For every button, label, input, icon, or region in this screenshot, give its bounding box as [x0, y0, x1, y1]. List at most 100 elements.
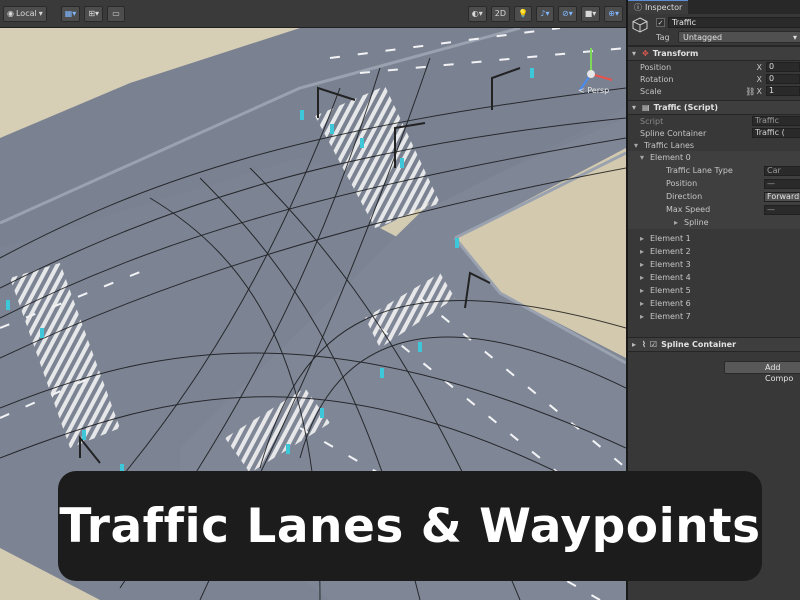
expand-arrow-icon: ▸	[640, 299, 645, 308]
spline-container-title: Spline Container	[661, 340, 737, 349]
rotation-row: Rotation X 0	[628, 73, 800, 85]
script-file-icon: ▤	[642, 103, 650, 112]
traffic-lanes-row[interactable]: ▾ Traffic Lanes	[628, 139, 800, 151]
rotation-x-label: X	[756, 74, 762, 84]
scene-toolbar: ◉ Local ▾ ▦▾ ⊞▾ ▭ ◐▾ 2D 💡 ♪▾ ⊘▾ ■▾ ⊕▾	[0, 0, 626, 28]
spline-container-header[interactable]: ▸ ⌇ ☑ Spline Container	[628, 337, 800, 352]
add-component-button[interactable]: Add Compo	[724, 361, 800, 383]
snap-increment-button[interactable]: ⊞▾	[84, 5, 104, 22]
pivot-label: Local	[15, 9, 37, 18]
scale-x-field[interactable]: 1	[765, 86, 800, 96]
transform-header[interactable]: ▾ ✥ Transform	[628, 46, 800, 61]
rotation-label: Rotation	[640, 74, 674, 84]
gameobject-header: ✓ Traffic Tag Untagged ▾	[628, 14, 800, 46]
list-item-element-0[interactable]: ▾ Element 0	[628, 151, 800, 164]
scale-row: Scale ⛓ X 1	[628, 85, 800, 97]
audio-toggle[interactable]: ♪▾	[535, 5, 554, 22]
spline-container-label: Spline Container	[640, 128, 707, 138]
spline-row[interactable]: ▸ Spline	[628, 216, 800, 229]
collapse-arrow-icon: ▾	[632, 103, 637, 112]
list-item-element-2[interactable]: ▸ Element 2	[628, 245, 800, 258]
view-2d-label: 2D	[494, 9, 506, 18]
position-x-field[interactable]: 0	[765, 62, 800, 72]
visibility-toggle[interactable]: ⊘▾	[557, 5, 577, 22]
lane-type-field[interactable]: Car	[764, 165, 800, 176]
expand-arrow-icon: ▸	[640, 247, 645, 256]
element-0-label: Element 0	[650, 153, 691, 162]
shading-icon: ◐▾	[471, 9, 483, 18]
list-item-element-6[interactable]: ▸ Element 6	[628, 297, 800, 310]
gameobject-cube-icon	[632, 17, 648, 33]
expand-arrow-icon: ▸	[640, 273, 645, 282]
list-item-element-7[interactable]: ▸ Element 7	[628, 310, 800, 323]
grid-snap-button[interactable]: ▦▾	[60, 5, 81, 22]
expand-arrow-icon: ▸	[640, 312, 645, 321]
gizmos-button[interactable]: ⊕▾	[604, 5, 623, 22]
info-icon: ⓘ	[634, 3, 642, 12]
camera-settings-button[interactable]: ■▾	[580, 5, 601, 22]
script-row: Script Traffic	[628, 115, 800, 127]
inspector-tab-bar: ⓘ Inspector	[628, 0, 800, 14]
element-label: Element 2	[650, 247, 691, 256]
scale-x-label: X	[756, 86, 762, 96]
hidden-eye-icon: ⊘▾	[561, 9, 573, 18]
scale-label: Scale	[640, 86, 662, 96]
element-label: Element 5	[650, 286, 691, 295]
element-label: Element 1	[650, 234, 691, 243]
traffic-script-title: Traffic (Script)	[653, 103, 718, 112]
draw-mode-dropdown[interactable]: ◐▾	[467, 5, 487, 22]
lane-position-field[interactable]: —	[764, 178, 800, 189]
spline-container-row: Spline Container Traffic (	[628, 127, 800, 139]
tag-dropdown[interactable]: Untagged ▾	[678, 31, 800, 43]
banner-title: Traffic Lanes & Waypoints	[59, 498, 761, 554]
spline-container-field[interactable]: Traffic (	[752, 128, 800, 138]
projection-label[interactable]: < Persp	[578, 86, 609, 95]
chevron-down-icon: ▾	[792, 33, 797, 42]
spline-container-checkbox[interactable]: ☑	[650, 340, 657, 349]
ruler-button[interactable]: ▭	[107, 5, 126, 22]
transform-axes-icon: ✥	[642, 49, 649, 58]
elements-list: ▸ Element 1 ▸ Element 2 ▸ Element 3 ▸ Elemen…	[628, 232, 800, 323]
chevron-down-icon: ▾	[38, 9, 43, 18]
max-speed-field[interactable]: —	[764, 204, 800, 215]
element-label: Element 7	[650, 312, 691, 321]
collapse-arrow-icon: ▸	[632, 340, 637, 349]
transform-title: Transform	[652, 49, 699, 58]
active-checkbox[interactable]: ✓	[656, 18, 665, 27]
list-item-element-3[interactable]: ▸ Element 3	[628, 258, 800, 271]
traffic-lanes-list: ▾ Element 0 Traffic Lane Type Car Positi…	[628, 151, 800, 229]
tag-value: Untagged	[683, 33, 723, 42]
position-label: Position	[640, 62, 672, 72]
expand-arrow-icon: ▸	[674, 218, 679, 227]
list-item-element-1[interactable]: ▸ Element 1	[628, 232, 800, 245]
expand-arrow-icon: ▸	[640, 234, 645, 243]
tab-inspector[interactable]: ⓘ Inspector	[628, 0, 689, 14]
ruler-icon: ▭	[112, 9, 120, 18]
list-item-element-5[interactable]: ▸ Element 5	[628, 284, 800, 297]
gizmos-icon: ⊕▾	[608, 9, 619, 18]
spline-label: Spline	[684, 218, 709, 227]
position-x-label: X	[756, 62, 762, 72]
toggle-2d-button[interactable]: 2D	[490, 5, 510, 22]
lane-type-row: Traffic Lane Type Car	[628, 164, 800, 177]
expand-arrow-icon: ▾	[640, 153, 645, 162]
traffic-script-header[interactable]: ▾ ▤ Traffic (Script)	[628, 100, 800, 115]
max-speed-row: Max Speed —	[628, 203, 800, 216]
rotation-x-field[interactable]: 0	[765, 74, 800, 84]
list-item-element-4[interactable]: ▸ Element 4	[628, 271, 800, 284]
script-field: Traffic	[752, 116, 800, 126]
gameobject-name-field[interactable]: Traffic	[668, 17, 800, 28]
max-speed-label: Max Speed	[666, 205, 711, 214]
grid-icon: ▦▾	[64, 9, 77, 18]
snap-icon: ⊞▾	[88, 9, 100, 18]
lighting-toggle[interactable]: 💡	[513, 5, 532, 22]
collapse-arrow-icon: ▾	[632, 49, 637, 58]
link-icon[interactable]: ⛓	[745, 87, 756, 96]
spline-component-icon: ⌇	[642, 340, 646, 349]
direction-row: Direction Forward	[628, 190, 800, 203]
pivot-dropdown[interactable]: ◉ Local ▾	[3, 5, 47, 22]
element-label: Element 3	[650, 260, 691, 269]
expand-arrow-icon: ▸	[640, 286, 645, 295]
globe-icon: ◉	[7, 9, 14, 18]
direction-dropdown[interactable]: Forward	[764, 191, 800, 202]
